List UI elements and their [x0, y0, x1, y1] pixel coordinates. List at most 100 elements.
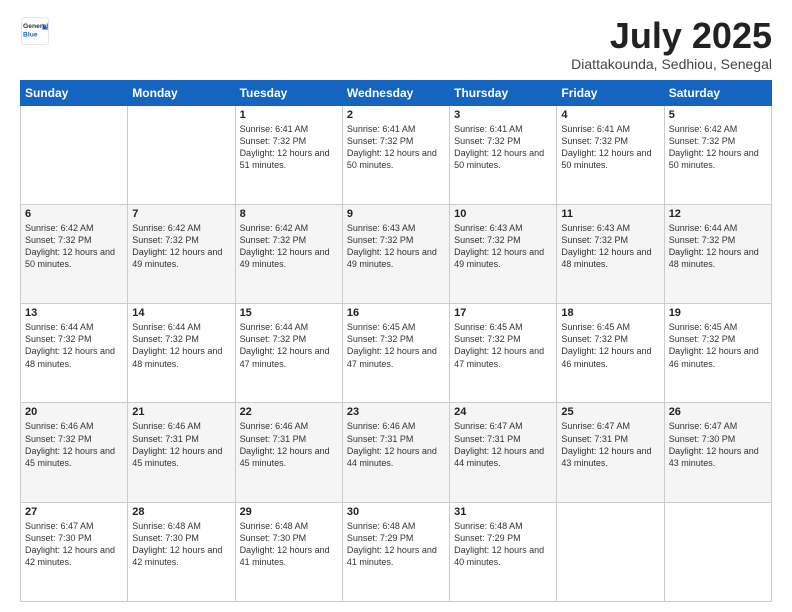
- day-info: Sunrise: 6:42 AM Sunset: 7:32 PM Dayligh…: [25, 222, 123, 271]
- day-number: 15: [240, 307, 338, 319]
- day-number: 19: [669, 307, 767, 319]
- day-number: 17: [454, 307, 552, 319]
- day-info: Sunrise: 6:42 AM Sunset: 7:32 PM Dayligh…: [132, 222, 230, 271]
- calendar-cell: 21 Sunrise: 6:46 AM Sunset: 7:31 PM Dayli…: [128, 403, 235, 502]
- calendar-cell: 12 Sunrise: 6:44 AM Sunset: 7:32 PM Dayli…: [664, 204, 771, 303]
- calendar-cell: 4Sunrise: 6:41 AM Sunset: 7:32 PM Daylig…: [557, 105, 664, 204]
- weekday-header-friday: Friday: [557, 80, 664, 105]
- day-number: 26: [669, 406, 767, 418]
- day-number: 16: [347, 307, 445, 319]
- day-info: Sunrise: 6:47 AM Sunset: 7:31 PM Dayligh…: [454, 420, 552, 469]
- calendar-cell: 13 Sunrise: 6:44 AM Sunset: 7:32 PM Dayli…: [21, 304, 128, 403]
- day-number: 25: [561, 406, 659, 418]
- day-info: Sunrise: 6:41 AM Sunset: 7:32 PM Dayligh…: [240, 123, 338, 172]
- weekday-header-sunday: Sunday: [21, 80, 128, 105]
- day-number: 24: [454, 406, 552, 418]
- day-info: Sunrise: 6:43 AM Sunset: 7:32 PM Dayligh…: [347, 222, 445, 271]
- day-info: Sunrise: 6:44 AM Sunset: 7:32 PM Dayligh…: [132, 321, 230, 370]
- logo: General Blue: [20, 16, 50, 46]
- location: Diattakounda, Sedhiou, Senegal: [571, 56, 772, 72]
- calendar-cell: 8 Sunrise: 6:42 AM Sunset: 7:32 PM Daylig…: [235, 204, 342, 303]
- day-number: 30: [347, 506, 445, 518]
- calendar-cell: 9 Sunrise: 6:43 AM Sunset: 7:32 PM Daylig…: [342, 204, 449, 303]
- day-info: Sunrise: 6:44 AM Sunset: 7:32 PM Dayligh…: [669, 222, 767, 271]
- day-info: Sunrise: 6:46 AM Sunset: 7:31 PM Dayligh…: [240, 420, 338, 469]
- day-number: 22: [240, 406, 338, 418]
- weekday-header-wednesday: Wednesday: [342, 80, 449, 105]
- calendar-cell: 7 Sunrise: 6:42 AM Sunset: 7:32 PM Daylig…: [128, 204, 235, 303]
- calendar-cell: 22 Sunrise: 6:46 AM Sunset: 7:31 PM Dayli…: [235, 403, 342, 502]
- day-number: 5: [669, 109, 767, 121]
- svg-text:Blue: Blue: [23, 31, 38, 38]
- day-number: 20: [25, 406, 123, 418]
- day-info: Sunrise: 6:44 AM Sunset: 7:32 PM Dayligh…: [25, 321, 123, 370]
- day-number: 13: [25, 307, 123, 319]
- logo-icon: General Blue: [20, 16, 50, 46]
- day-number: 2: [347, 109, 445, 121]
- day-info: Sunrise: 6:46 AM Sunset: 7:31 PM Dayligh…: [132, 420, 230, 469]
- day-info: Sunrise: 6:43 AM Sunset: 7:32 PM Dayligh…: [561, 222, 659, 271]
- calendar-cell: 18Sunrise: 6:45 AM Sunset: 7:32 PM Dayli…: [557, 304, 664, 403]
- calendar-cell: 30 Sunrise: 6:48 AM Sunset: 7:29 PM Dayli…: [342, 502, 449, 601]
- day-number: 4: [561, 109, 659, 121]
- day-number: 23: [347, 406, 445, 418]
- day-number: 18: [561, 307, 659, 319]
- day-number: 7: [132, 208, 230, 220]
- day-info: Sunrise: 6:46 AM Sunset: 7:32 PM Dayligh…: [25, 420, 123, 469]
- calendar-cell: 20 Sunrise: 6:46 AM Sunset: 7:32 PM Dayli…: [21, 403, 128, 502]
- day-info: Sunrise: 6:41 AM Sunset: 7:32 PM Dayligh…: [454, 123, 552, 172]
- calendar-cell: 15 Sunrise: 6:44 AM Sunset: 7:32 PM Dayli…: [235, 304, 342, 403]
- calendar-cell: 16 Sunrise: 6:45 AM Sunset: 7:32 PM Dayli…: [342, 304, 449, 403]
- weekday-header-thursday: Thursday: [450, 80, 557, 105]
- calendar-cell: 3 Sunrise: 6:41 AM Sunset: 7:32 PM Daylig…: [450, 105, 557, 204]
- calendar-cell: 14 Sunrise: 6:44 AM Sunset: 7:32 PM Dayli…: [128, 304, 235, 403]
- day-info: Sunrise: 6:48 AM Sunset: 7:30 PM Dayligh…: [240, 520, 338, 569]
- day-info: Sunrise: 6:46 AM Sunset: 7:31 PM Dayligh…: [347, 420, 445, 469]
- day-info: Sunrise: 6:48 AM Sunset: 7:30 PM Dayligh…: [132, 520, 230, 569]
- calendar-cell: 10 Sunrise: 6:43 AM Sunset: 7:32 PM Dayli…: [450, 204, 557, 303]
- calendar-cell: [557, 502, 664, 601]
- day-number: 29: [240, 506, 338, 518]
- day-number: 6: [25, 208, 123, 220]
- day-info: Sunrise: 6:45 AM Sunset: 7:32 PM Dayligh…: [347, 321, 445, 370]
- weekday-header-saturday: Saturday: [664, 80, 771, 105]
- day-number: 3: [454, 109, 552, 121]
- day-number: 27: [25, 506, 123, 518]
- month-title: July 2025: [571, 16, 772, 56]
- day-number: 31: [454, 506, 552, 518]
- day-info: Sunrise: 6:45 AM Sunset: 7:32 PM Dayligh…: [454, 321, 552, 370]
- day-info: Sunrise: 6:41 AM Sunset: 7:32 PM Dayligh…: [347, 123, 445, 172]
- day-info: Sunrise: 6:43 AM Sunset: 7:32 PM Dayligh…: [454, 222, 552, 271]
- weekday-header-monday: Monday: [128, 80, 235, 105]
- day-info: Sunrise: 6:47 AM Sunset: 7:31 PM Dayligh…: [561, 420, 659, 469]
- calendar-cell: 29 Sunrise: 6:48 AM Sunset: 7:30 PM Dayli…: [235, 502, 342, 601]
- calendar-cell: 24 Sunrise: 6:47 AM Sunset: 7:31 PM Dayli…: [450, 403, 557, 502]
- day-number: 12: [669, 208, 767, 220]
- day-number: 1: [240, 109, 338, 121]
- day-info: Sunrise: 6:47 AM Sunset: 7:30 PM Dayligh…: [669, 420, 767, 469]
- day-number: 14: [132, 307, 230, 319]
- day-info: Sunrise: 6:42 AM Sunset: 7:32 PM Dayligh…: [669, 123, 767, 172]
- calendar-cell: [128, 105, 235, 204]
- day-info: Sunrise: 6:44 AM Sunset: 7:32 PM Dayligh…: [240, 321, 338, 370]
- day-number: 8: [240, 208, 338, 220]
- calendar-cell: [21, 105, 128, 204]
- day-number: 10: [454, 208, 552, 220]
- day-number: 28: [132, 506, 230, 518]
- calendar-cell: 6 Sunrise: 6:42 AM Sunset: 7:32 PM Daylig…: [21, 204, 128, 303]
- day-number: 11: [561, 208, 659, 220]
- calendar-cell: 28 Sunrise: 6:48 AM Sunset: 7:30 PM Dayli…: [128, 502, 235, 601]
- day-info: Sunrise: 6:42 AM Sunset: 7:32 PM Dayligh…: [240, 222, 338, 271]
- day-info: Sunrise: 6:47 AM Sunset: 7:30 PM Dayligh…: [25, 520, 123, 569]
- calendar-cell: 23 Sunrise: 6:46 AM Sunset: 7:31 PM Dayli…: [342, 403, 449, 502]
- title-block: July 2025 Diattakounda, Sedhiou, Senegal: [571, 16, 772, 72]
- calendar-cell: 19Sunrise: 6:45 AM Sunset: 7:32 PM Dayli…: [664, 304, 771, 403]
- calendar-cell: 17 Sunrise: 6:45 AM Sunset: 7:32 PM Dayli…: [450, 304, 557, 403]
- calendar-cell: 25 Sunrise: 6:47 AM Sunset: 7:31 PM Dayli…: [557, 403, 664, 502]
- calendar: SundayMondayTuesdayWednesdayThursdayFrid…: [20, 80, 772, 602]
- day-info: Sunrise: 6:48 AM Sunset: 7:29 PM Dayligh…: [454, 520, 552, 569]
- calendar-cell: 5 Sunrise: 6:42 AM Sunset: 7:32 PM Daylig…: [664, 105, 771, 204]
- day-number: 21: [132, 406, 230, 418]
- day-number: 9: [347, 208, 445, 220]
- day-info: Sunrise: 6:48 AM Sunset: 7:29 PM Dayligh…: [347, 520, 445, 569]
